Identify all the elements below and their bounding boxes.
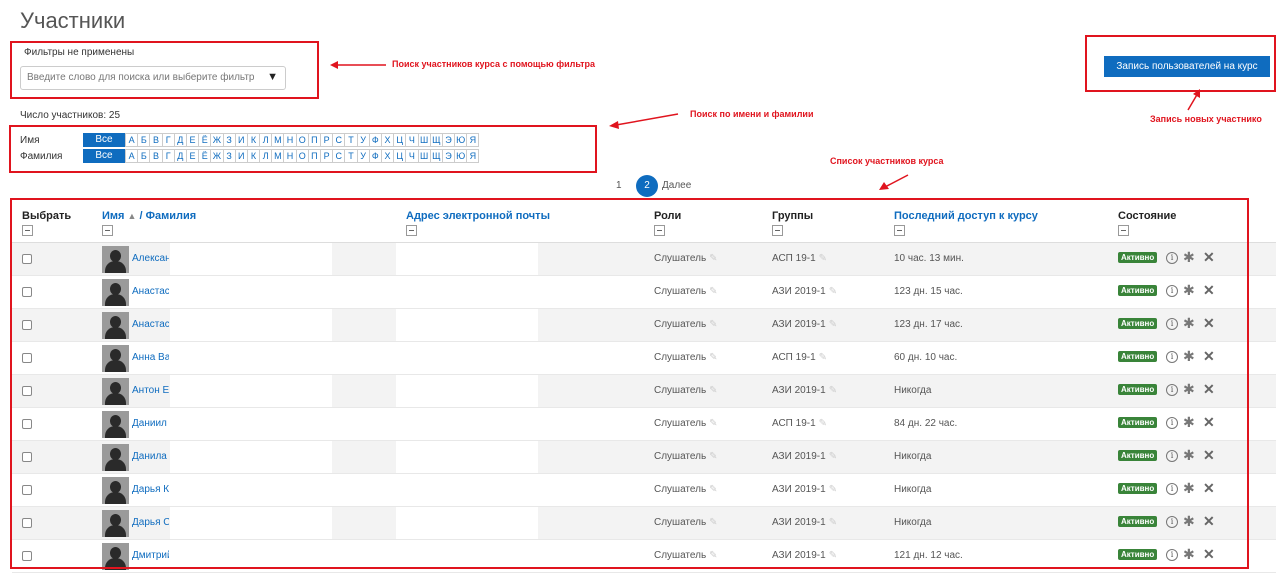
page-2-current[interactable]: 2 <box>636 175 658 197</box>
annotation-name-search-text: Поиск по имени и фамилии <box>690 109 814 119</box>
annotation-arrow-filter <box>330 61 386 69</box>
name-search-annotation-box <box>9 125 597 173</box>
annotation-enroll-text: Запись новых участнико <box>1150 114 1262 124</box>
annotation-arrow-name-search <box>609 113 679 129</box>
filter-annotation-box <box>10 41 319 99</box>
list-annotation-box <box>10 198 1249 569</box>
page-title: Участники <box>20 8 126 33</box>
annotation-arrow-list <box>879 174 909 190</box>
enroll-annotation-box <box>1085 35 1276 92</box>
next-page-link[interactable]: Далее <box>662 180 691 191</box>
page-1-link[interactable]: 1 <box>616 180 622 191</box>
annotation-filter-text: Поиск участников курса с помощью фильтра <box>392 59 596 69</box>
participant-count: Число участников: 25 <box>20 110 121 121</box>
annotation-list-text: Список участников курса <box>830 156 944 166</box>
annotation-arrow-enroll <box>1187 89 1200 111</box>
